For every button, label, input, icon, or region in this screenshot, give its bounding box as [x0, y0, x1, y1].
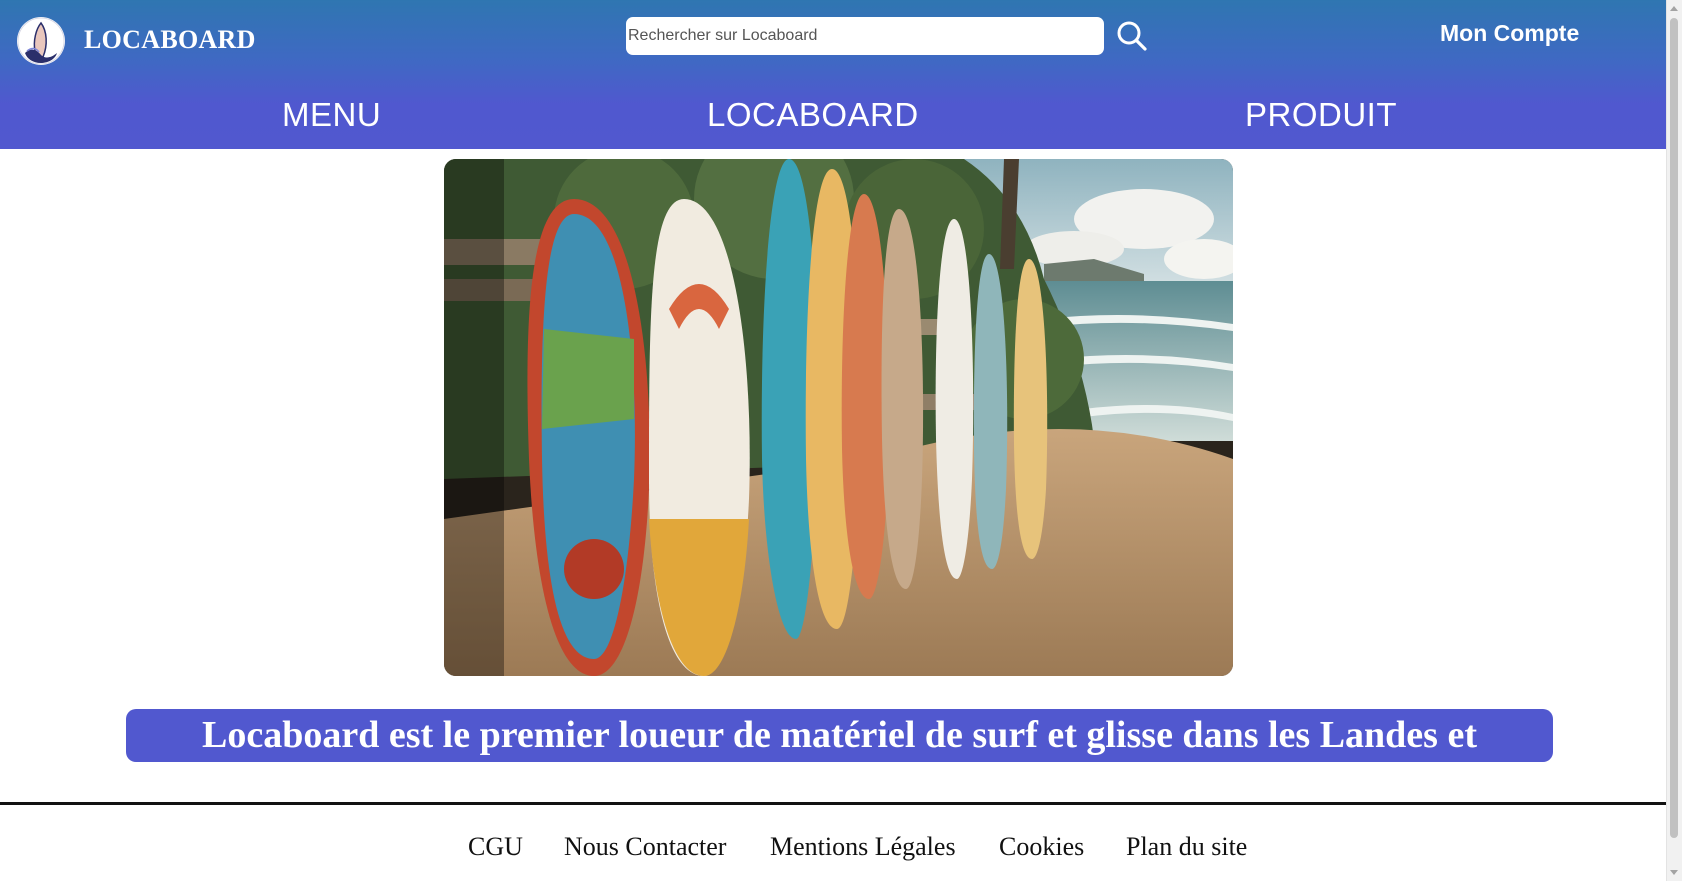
- footer-link-plan-du-site[interactable]: Plan du site: [1126, 832, 1247, 862]
- search-input[interactable]: [626, 17, 1104, 55]
- scroll-up-arrow-icon[interactable]: [1670, 6, 1678, 11]
- surfboards-beach-illustration: [444, 159, 1233, 676]
- search-button[interactable]: [1114, 18, 1150, 54]
- nav-item-menu[interactable]: MENU: [282, 96, 381, 134]
- scrollbar-thumb[interactable]: [1670, 18, 1678, 838]
- tagline-banner: Locaboard est le premier loueur de matér…: [126, 709, 1553, 762]
- nav-item-produit[interactable]: PRODUIT: [1245, 96, 1397, 134]
- locaboard-logo[interactable]: [17, 17, 65, 65]
- footer-divider: [0, 802, 1667, 805]
- footer-link-mentions-legales[interactable]: Mentions Légales: [770, 832, 956, 862]
- account-link[interactable]: Mon Compte: [1440, 20, 1579, 47]
- nav-item-locaboard[interactable]: LOCABOARD: [707, 96, 919, 134]
- page-scrollbar[interactable]: [1666, 0, 1682, 881]
- surfboard-wave-logo-icon: [17, 17, 65, 65]
- footer-link-cookies[interactable]: Cookies: [999, 832, 1084, 862]
- tagline-text: Locaboard est le premier loueur de matér…: [202, 714, 1477, 756]
- footer-link-cgu[interactable]: CGU: [468, 832, 523, 862]
- site-header: LOCABOARD Mon Compte MENU LOCABOARD PROD…: [0, 0, 1667, 149]
- footer-link-contact[interactable]: Nous Contacter: [564, 832, 726, 862]
- scroll-down-arrow-icon[interactable]: [1670, 870, 1678, 875]
- search-icon: [1117, 21, 1147, 51]
- hero-surfboards-image: [444, 159, 1233, 676]
- brand-name[interactable]: LOCABOARD: [84, 25, 256, 55]
